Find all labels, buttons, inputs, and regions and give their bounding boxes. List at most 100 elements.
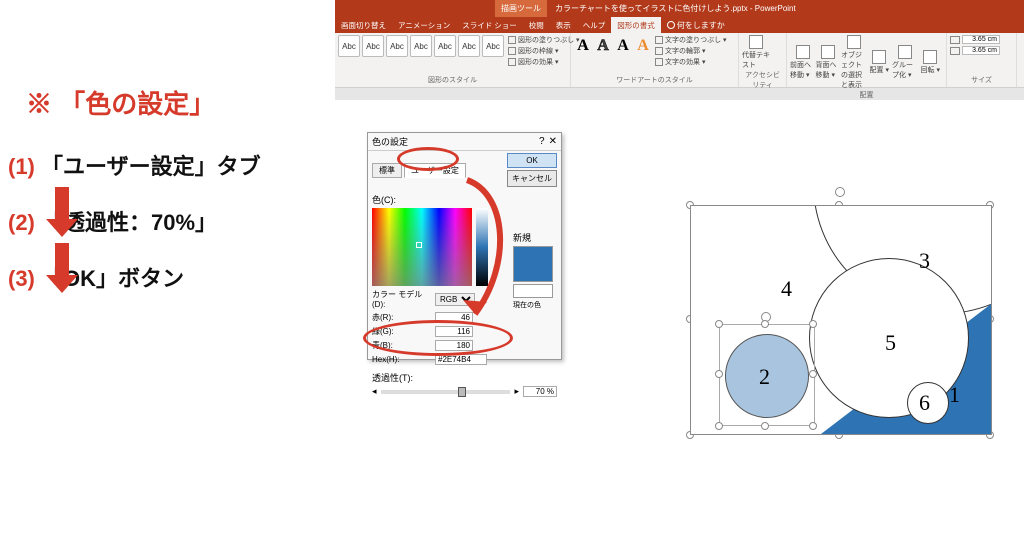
tab-shape-format[interactable]: 図形の書式	[611, 17, 661, 33]
tab-custom[interactable]: ユーザー設定	[404, 163, 466, 178]
height-row[interactable]	[950, 35, 1013, 44]
tab-review[interactable]: 校閲	[523, 17, 550, 33]
shape-fill-button[interactable]: 図形の塗りつぶし ▾	[508, 35, 580, 45]
color-model-select[interactable]: RGB	[435, 293, 475, 306]
ribbon: 描画ツール カラーチャートを使ってイラストに色付けしよう.pptx - Powe…	[335, 0, 1024, 100]
new-label: 新規	[513, 231, 557, 244]
ribbon-tabs: 画面切り替え アニメーション スライド ショー 校閲 表示 ヘルプ 図形の書式 …	[335, 17, 1024, 33]
label-5: 5	[885, 330, 896, 356]
dialog-titlebar[interactable]: 色の設定 ? ✕	[368, 133, 561, 151]
wordart-style[interactable]: A	[574, 35, 592, 57]
shape-outline-button[interactable]: 図形の枠線 ▾	[508, 46, 580, 56]
group-shape-styles: Abc Abc Abc Abc Abc Abc Abc 図形の塗りつぶし ▾ 図…	[335, 33, 571, 87]
step-prefix: (1)	[8, 154, 35, 179]
tab-transitions[interactable]: 画面切り替え	[335, 17, 392, 33]
red-input[interactable]	[435, 312, 473, 323]
tell-me-label: 何をしますか	[677, 20, 725, 31]
inner-selection[interactable]	[719, 324, 815, 426]
send-backward-button[interactable]: 背面へ移動 ▾	[816, 35, 842, 90]
current-color-swatch	[513, 284, 553, 298]
resize-handle[interactable]	[715, 320, 723, 328]
step-prefix: (3)	[8, 266, 35, 291]
slider-left-arrow-icon[interactable]: ◂	[372, 386, 377, 397]
resize-handle[interactable]	[715, 370, 723, 378]
luminance-slider[interactable]	[476, 208, 488, 286]
instructions-title: ※ 「色の設定」	[26, 84, 318, 121]
slider-knob[interactable]	[458, 387, 466, 397]
group-arrange: 前面へ移動 ▾ 背面へ移動 ▾ オブジェクトの選択と表示 配置 ▾ グループ化 …	[787, 33, 947, 87]
tab-view[interactable]: 表示	[550, 17, 577, 33]
resize-handle[interactable]	[809, 422, 817, 430]
wordart-style[interactable]: A	[634, 35, 652, 57]
transparency-input[interactable]	[523, 386, 557, 397]
ok-button[interactable]: OK	[507, 153, 557, 168]
align-button[interactable]: 配置 ▾	[867, 35, 893, 90]
transparency-slider[interactable]	[381, 390, 511, 394]
selection-pane-button[interactable]: オブジェクトの選択と表示	[841, 35, 867, 90]
group-icon	[898, 45, 912, 59]
transparency-label: 透過性(T):	[372, 371, 557, 384]
style-swatch[interactable]: Abc	[434, 35, 456, 57]
green-input[interactable]	[435, 326, 473, 337]
alt-text-label: 代替テキスト	[742, 50, 770, 70]
style-swatch[interactable]: Abc	[458, 35, 480, 57]
resize-handle[interactable]	[809, 370, 817, 378]
text-fill-stack: 文字の塗りつぶし ▾ 文字の輪郭 ▾ 文字の効果 ▾	[655, 35, 727, 67]
resize-handle[interactable]	[761, 320, 769, 328]
shape-style-gallery[interactable]: Abc Abc Abc Abc Abc Abc Abc	[338, 35, 504, 57]
tell-me-search[interactable]: 何をしますか	[661, 17, 731, 33]
rotate-button[interactable]: 回転 ▾	[918, 35, 944, 90]
text-outline-button[interactable]: 文字の輪郭 ▾	[655, 46, 727, 56]
send-backward-icon	[821, 45, 835, 59]
label-4: 4	[781, 276, 792, 302]
group-label: 配置	[790, 90, 943, 100]
label: 前面へ移動 ▾	[790, 60, 816, 80]
resize-handle[interactable]	[761, 422, 769, 430]
style-swatch[interactable]: Abc	[386, 35, 408, 57]
color-crosshair-icon[interactable]	[416, 242, 422, 248]
text-effects-button[interactable]: 文字の効果 ▾	[655, 57, 727, 67]
shape-effects-button[interactable]: 図形の効果 ▾	[508, 57, 580, 67]
width-row[interactable]	[950, 46, 1013, 55]
group-button[interactable]: グループ化 ▾	[892, 35, 918, 90]
style-swatch[interactable]: Abc	[482, 35, 504, 57]
style-swatch[interactable]: Abc	[338, 35, 360, 57]
text-fill-button[interactable]: 文字の塗りつぶし ▾	[655, 35, 727, 45]
hex-input[interactable]	[435, 354, 487, 365]
tab-animations[interactable]: アニメーション	[392, 17, 456, 33]
outer-rectangle[interactable]: 1 2 3 4 5 6	[690, 205, 992, 435]
alt-text-button[interactable]: 代替テキスト	[742, 35, 770, 70]
color-field[interactable]	[372, 208, 472, 286]
wordart-style[interactable]: A	[614, 35, 632, 57]
cancel-button[interactable]: キャンセル	[507, 170, 557, 187]
width-icon	[950, 47, 960, 55]
style-swatch[interactable]: Abc	[362, 35, 384, 57]
wordart-gallery[interactable]: A A A A	[574, 35, 652, 57]
group-label: サイズ	[950, 75, 1013, 85]
shape-height-input[interactable]	[962, 35, 1000, 44]
lightbulb-icon	[667, 21, 675, 29]
bring-forward-button[interactable]: 前面へ移動 ▾	[790, 35, 816, 90]
color-dialog[interactable]: 色の設定 ? ✕ 標準 ユーザー設定 OK キャンセル 色(C): カラー モデ…	[367, 132, 562, 360]
close-icon[interactable]: ✕	[549, 136, 557, 147]
r-label: 赤(R):	[372, 312, 432, 323]
help-icon[interactable]: ?	[539, 136, 545, 147]
style-swatch[interactable]: Abc	[410, 35, 432, 57]
height-icon	[950, 36, 960, 44]
model-label: カラー モデル(D):	[372, 289, 432, 309]
label-3: 3	[919, 248, 930, 274]
b-label: 青(B):	[372, 340, 432, 351]
rotate-handle-icon[interactable]	[835, 187, 845, 197]
g-label: 緑(G):	[372, 326, 432, 337]
shape-canvas: 1 2 3 4 5 6	[680, 195, 1002, 445]
resize-handle[interactable]	[715, 422, 723, 430]
tab-help[interactable]: ヘルプ	[577, 17, 612, 33]
tab-standard[interactable]: 標準	[372, 163, 402, 178]
wordart-style[interactable]: A	[594, 35, 612, 57]
slider-right-arrow-icon[interactable]: ▸	[514, 386, 519, 397]
contextual-tab-label: 描画ツール	[495, 0, 547, 17]
resize-handle[interactable]	[809, 320, 817, 328]
tab-slideshow[interactable]: スライド ショー	[456, 17, 523, 33]
blue-input[interactable]	[435, 340, 473, 351]
shape-width-input[interactable]	[962, 46, 1000, 55]
